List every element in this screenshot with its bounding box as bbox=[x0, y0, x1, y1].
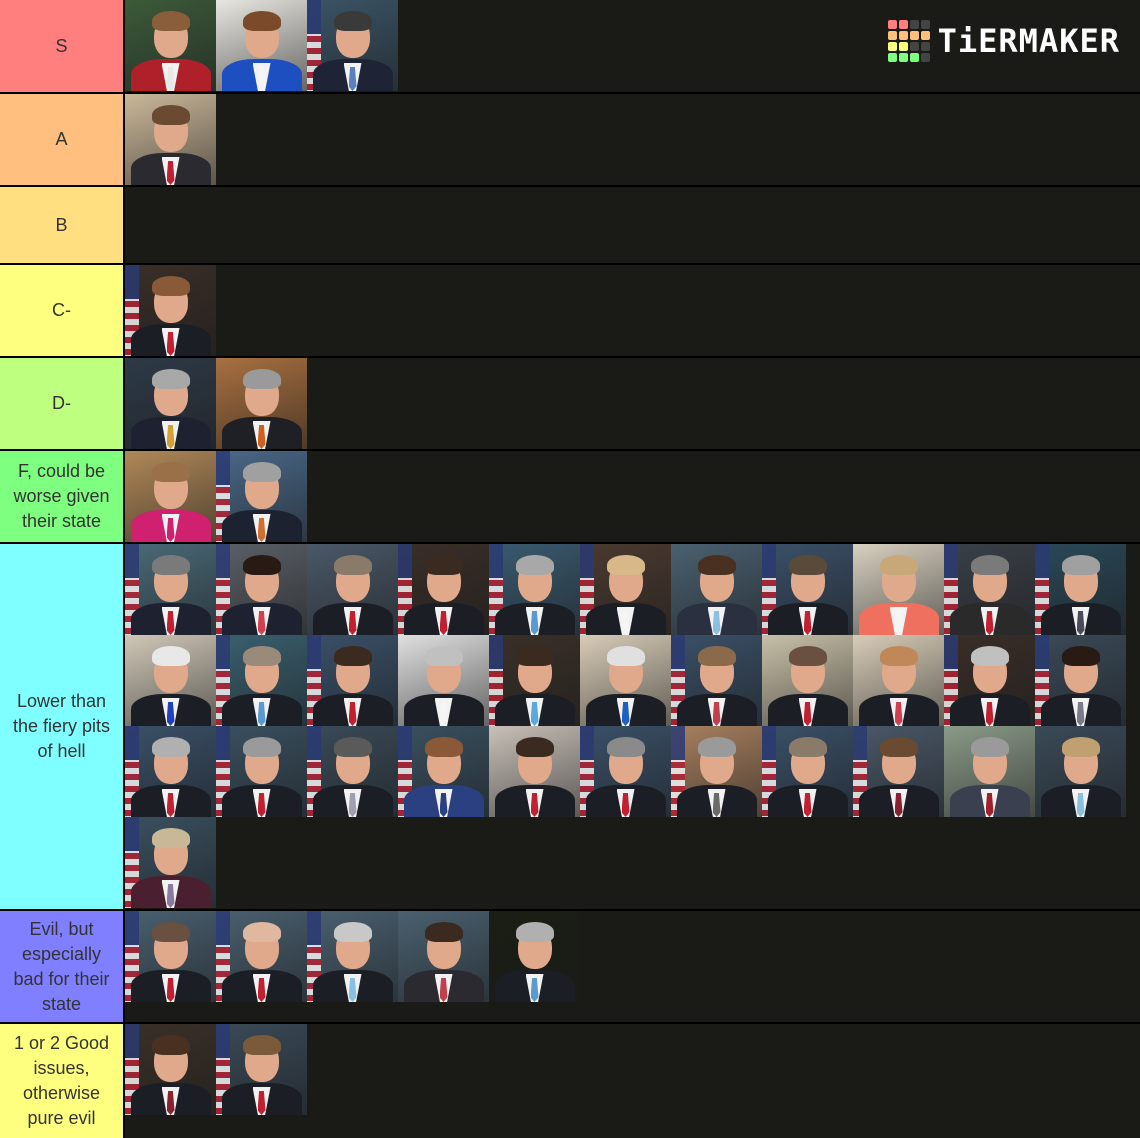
senator-portrait[interactable] bbox=[853, 726, 944, 817]
senator-portrait[interactable] bbox=[307, 726, 398, 817]
senator-portrait[interactable] bbox=[307, 0, 398, 91]
tier-label[interactable]: A bbox=[0, 94, 124, 185]
tier-label[interactable]: C- bbox=[0, 265, 124, 356]
tier-items-dropzone[interactable] bbox=[125, 94, 1140, 185]
tier-row: D- bbox=[0, 358, 1140, 449]
logo-grid-cell bbox=[887, 20, 897, 29]
senator-portrait[interactable] bbox=[125, 1024, 216, 1115]
senator-portrait[interactable] bbox=[307, 544, 398, 635]
senator-portrait[interactable] bbox=[853, 544, 944, 635]
senator-portrait[interactable] bbox=[762, 726, 853, 817]
logo-text: TiERMAKER bbox=[937, 22, 1120, 60]
senator-portrait[interactable] bbox=[216, 911, 307, 1002]
tier-label[interactable]: B bbox=[0, 187, 124, 263]
tier-items-dropzone[interactable] bbox=[125, 187, 1140, 263]
tier-row: B bbox=[0, 187, 1140, 263]
logo-grid-cell bbox=[909, 31, 919, 40]
tier-label[interactable]: F, could be worse given their state bbox=[0, 451, 124, 542]
senator-portrait[interactable] bbox=[216, 451, 307, 542]
tier-items-dropzone[interactable] bbox=[125, 265, 1140, 356]
senator-portrait[interactable] bbox=[125, 817, 216, 908]
senator-portrait[interactable] bbox=[398, 635, 489, 726]
tier-items-dropzone[interactable] bbox=[125, 358, 1140, 449]
senator-portrait[interactable] bbox=[398, 544, 489, 635]
senator-portrait[interactable] bbox=[125, 265, 216, 356]
logo-grid-icon bbox=[887, 20, 930, 62]
logo-grid-cell bbox=[909, 53, 919, 62]
senator-portrait[interactable] bbox=[580, 544, 671, 635]
logo-grid-cell bbox=[909, 42, 919, 51]
senator-portrait[interactable] bbox=[853, 635, 944, 726]
senator-portrait[interactable] bbox=[944, 726, 1035, 817]
senator-portrait[interactable] bbox=[125, 94, 216, 185]
senator-portrait[interactable] bbox=[125, 544, 216, 635]
senator-portrait[interactable] bbox=[307, 911, 398, 1002]
tier-row: Lower than the fiery pits of hell bbox=[0, 544, 1140, 909]
senator-portrait[interactable] bbox=[216, 1024, 307, 1115]
senator-portrait[interactable] bbox=[1035, 635, 1126, 726]
tier-items-dropzone[interactable] bbox=[125, 1024, 1140, 1138]
tier-label[interactable]: Evil, but especially bad for their state bbox=[0, 911, 124, 1022]
senator-portrait[interactable] bbox=[762, 635, 853, 726]
senator-portrait[interactable] bbox=[216, 358, 307, 449]
senator-portrait[interactable] bbox=[671, 726, 762, 817]
senator-portrait[interactable] bbox=[671, 544, 762, 635]
senator-portrait[interactable] bbox=[489, 635, 580, 726]
tier-row: Evil, but especially bad for their state bbox=[0, 911, 1140, 1022]
senator-portrait[interactable] bbox=[216, 726, 307, 817]
senator-portrait[interactable] bbox=[216, 635, 307, 726]
senator-portrait[interactable] bbox=[125, 726, 216, 817]
tier-row: C- bbox=[0, 265, 1140, 356]
senator-portrait[interactable] bbox=[580, 726, 671, 817]
senator-portrait[interactable] bbox=[125, 0, 216, 91]
senator-portrait[interactable] bbox=[489, 544, 580, 635]
logo-grid-cell bbox=[887, 42, 897, 51]
tier-list-board: S A B C- D- F, could be worse given their sta… bbox=[0, 0, 1140, 1138]
senator-portrait[interactable] bbox=[398, 911, 489, 1002]
senator-portrait[interactable] bbox=[307, 635, 398, 726]
senator-portrait[interactable] bbox=[216, 0, 307, 91]
senator-portrait[interactable] bbox=[671, 635, 762, 726]
senator-portrait[interactable] bbox=[125, 358, 216, 449]
tier-label[interactable]: D- bbox=[0, 358, 124, 449]
logo-grid-cell bbox=[909, 20, 919, 29]
senator-portrait[interactable] bbox=[944, 635, 1035, 726]
tier-row: F, could be worse given their state bbox=[0, 451, 1140, 542]
tier-label[interactable]: Lower than the fiery pits of hell bbox=[0, 544, 124, 909]
senator-portrait[interactable] bbox=[1035, 544, 1126, 635]
senator-portrait[interactable] bbox=[398, 726, 489, 817]
logo-grid-cell bbox=[920, 53, 930, 62]
senator-portrait[interactable] bbox=[125, 635, 216, 726]
logo-grid-cell bbox=[898, 53, 908, 62]
tier-label[interactable]: S bbox=[0, 0, 124, 92]
logo-grid-cell bbox=[920, 42, 930, 51]
logo-grid-cell bbox=[920, 31, 930, 40]
logo-grid-cell bbox=[920, 20, 930, 29]
senator-portrait[interactable] bbox=[489, 726, 580, 817]
tier-label[interactable]: 1 or 2 Good issues, otherwise pure evil bbox=[0, 1024, 124, 1138]
tiermaker-logo: TiERMAKER bbox=[887, 20, 1120, 62]
senator-portrait[interactable] bbox=[125, 451, 216, 542]
tier-row: 1 or 2 Good issues, otherwise pure evil bbox=[0, 1024, 1140, 1138]
tier-items-dropzone[interactable] bbox=[125, 544, 1140, 909]
senator-portrait[interactable] bbox=[762, 544, 853, 635]
senator-portrait[interactable] bbox=[216, 544, 307, 635]
logo-grid-cell bbox=[887, 53, 897, 62]
logo-grid-cell bbox=[898, 31, 908, 40]
logo-grid-cell bbox=[898, 42, 908, 51]
tier-items-dropzone[interactable] bbox=[125, 911, 1140, 1022]
tier-items-dropzone[interactable] bbox=[125, 451, 1140, 542]
senator-portrait[interactable] bbox=[125, 911, 216, 1002]
senator-portrait[interactable] bbox=[1035, 726, 1126, 817]
tier-row: A bbox=[0, 94, 1140, 185]
senator-portrait[interactable] bbox=[489, 911, 580, 1002]
logo-grid-cell bbox=[887, 31, 897, 40]
logo-grid-cell bbox=[898, 20, 908, 29]
senator-portrait[interactable] bbox=[580, 635, 671, 726]
senator-portrait[interactable] bbox=[944, 544, 1035, 635]
